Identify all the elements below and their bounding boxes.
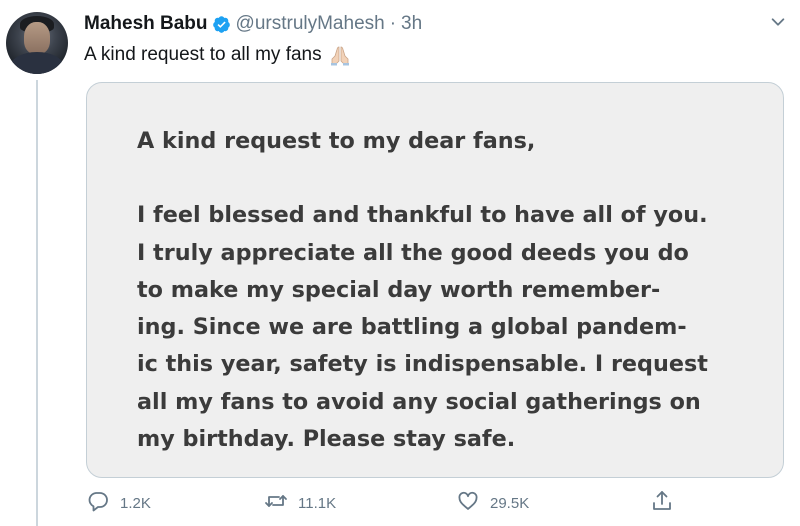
like-count: 29.5K (490, 494, 530, 512)
retweet-button[interactable]: 11.1K (264, 488, 336, 518)
share-button[interactable] (650, 488, 674, 518)
attached-image-card[interactable]: A kind request to my dear fans, I feel b… (86, 82, 784, 478)
thread-line (36, 80, 38, 526)
separator-dot: · (389, 13, 397, 34)
timestamp[interactable]: 3h (401, 13, 422, 35)
avatar-shoulders (10, 52, 64, 74)
like-icon (456, 489, 480, 517)
image-line: ing. Since we are battling a global pand… (137, 314, 687, 341)
folded-hands-icon (328, 44, 352, 66)
tweet-actions: 1.2K 11.1K 29.5K (86, 488, 786, 518)
chevron-down-icon[interactable] (768, 12, 788, 32)
image-greeting: A kind request to my dear fans, (137, 128, 536, 154)
tweet-header: Mahesh Babu @urstrulyMahesh · 3h (84, 12, 422, 36)
retweet-icon (264, 489, 288, 517)
verified-badge-icon (212, 15, 231, 34)
image-line: ic this year, safety is indispensable. I… (137, 351, 708, 378)
tweet-text-content: A kind request to all my fans (84, 44, 322, 65)
image-text: A kind request to my dear fans, I feel b… (137, 123, 708, 458)
display-name[interactable]: Mahesh Babu (84, 13, 208, 35)
image-line: to make my special day worth remember- (137, 276, 661, 303)
image-line: I truly appreciate all the good deeds yo… (137, 239, 689, 266)
image-line: all my fans to avoid any social gatherin… (137, 388, 701, 415)
reply-button[interactable]: 1.2K (86, 488, 151, 518)
like-button[interactable]: 29.5K (456, 488, 529, 518)
image-line: my birthday. Please stay safe. (137, 426, 516, 453)
user-handle[interactable]: @urstrulyMahesh (236, 13, 385, 35)
avatar-face (24, 22, 50, 54)
reply-count: 1.2K (120, 494, 151, 512)
retweet-count: 11.1K (298, 494, 337, 512)
image-line: I feel blessed and thankful to have all … (137, 202, 708, 229)
reply-icon (86, 489, 110, 517)
avatar[interactable] (6, 12, 68, 74)
tweet-text: A kind request to all my fans (84, 44, 352, 66)
share-icon (650, 489, 674, 517)
